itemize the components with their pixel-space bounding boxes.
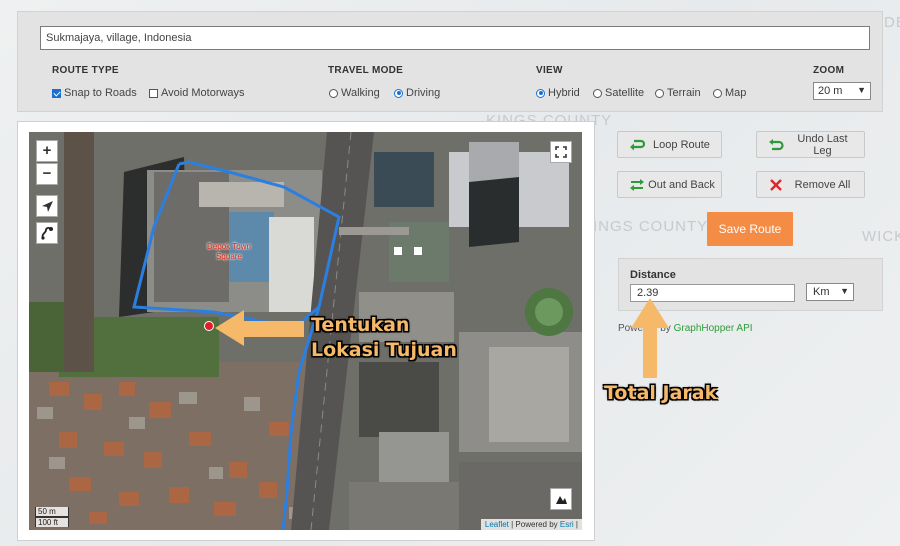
snap-to-roads-checkbox[interactable] [52, 88, 61, 98]
view-satellite-option[interactable]: Satellite [593, 87, 644, 99]
route-draw-icon [41, 227, 53, 240]
driving-radio[interactable] [394, 88, 403, 98]
poi-depok-town-square[interactable]: Depok Town Square [199, 242, 259, 262]
snap-to-roads-label: Snap to Roads [64, 87, 137, 99]
zoom-select[interactable]: 20 m ▼ [813, 82, 871, 100]
out-and-back-label: Out and Back [648, 178, 715, 191]
route-type-title: ROUTE TYPE [52, 65, 119, 76]
map-label: Map [725, 87, 747, 99]
satellite-map[interactable]: Depok Town Square + − 50 m 100 ft Leafle… [29, 132, 582, 530]
background-map-label: KINGS COUNTY [582, 218, 709, 235]
route-controls-panel: ROUTE TYPE Snap to Roads Avoid Motorways… [17, 11, 883, 112]
avoid-motorways-label: Avoid Motorways [161, 87, 245, 99]
walking-radio[interactable] [329, 88, 338, 98]
driving-label: Driving [406, 87, 441, 99]
chevron-down-icon: ▼ [840, 286, 849, 296]
swap-arrows-icon [626, 178, 648, 192]
locate-arrow-icon [41, 200, 53, 212]
poi-label: Depok Town Square [207, 242, 251, 261]
scale-metric: 50 m [35, 507, 69, 517]
graphhopper-link[interactable]: GraphHopper API [674, 323, 753, 334]
background-map-label: DE [884, 14, 900, 31]
remove-all-label: Remove All [794, 178, 851, 191]
map-container: Depok Town Square + − 50 m 100 ft Leafle… [17, 121, 595, 541]
view-title: VIEW [536, 65, 563, 76]
loop-icon [626, 138, 648, 152]
loop-route-button[interactable]: Loop Route [617, 131, 722, 158]
out-and-back-button[interactable]: Out and Back [617, 171, 722, 198]
satellite-label: Satellite [605, 87, 645, 99]
attribution-separator: | Powered by [508, 520, 560, 529]
undo-last-leg-label: Undo Last Leg [797, 132, 848, 157]
travel-mode-walking-option[interactable]: Walking [329, 87, 380, 99]
map-scale: 50 m 100 ft [35, 507, 69, 527]
terrain-radio[interactable] [655, 88, 664, 98]
draw-route-button[interactable] [36, 222, 58, 244]
terrain-label: Terrain [667, 87, 701, 99]
travel-mode-driving-option[interactable]: Driving [394, 87, 440, 99]
view-hybrid-option[interactable]: Hybrid [536, 87, 580, 99]
save-route-button[interactable]: Save Route [707, 212, 793, 246]
loop-route-label: Loop Route [653, 138, 710, 151]
scale-imperial: 100 ft [35, 517, 69, 527]
chevron-down-icon: ▼ [857, 85, 866, 95]
fullscreen-icon [555, 146, 567, 158]
hybrid-label: Hybrid [548, 87, 580, 99]
satellite-radio[interactable] [593, 88, 602, 98]
map-layers-button[interactable] [550, 488, 572, 510]
destination-marker [204, 321, 214, 331]
zoom-value: 20 m [818, 85, 843, 97]
undo-last-leg-button[interactable]: Undo Last Leg [756, 131, 865, 158]
attribution-end: | [573, 520, 578, 529]
fullscreen-button[interactable] [550, 141, 572, 163]
annotation-set-destination: Tentukan Lokasi Tujuan [311, 314, 457, 361]
zoom-in-button[interactable]: + [36, 140, 58, 162]
arrow-up-annotation [631, 298, 669, 378]
distance-title: Distance [630, 269, 676, 281]
travel-mode-title: TRAVEL MODE [328, 65, 404, 76]
background-map-label: WICK [862, 228, 900, 245]
address-input[interactable] [40, 26, 870, 50]
esri-link[interactable]: Esri [560, 520, 574, 529]
undo-icon [765, 138, 787, 152]
walking-label: Walking [341, 87, 380, 99]
mountain-icon [555, 496, 567, 504]
map-radio[interactable] [713, 88, 722, 98]
locate-button[interactable] [36, 195, 58, 217]
avoid-motorways-option[interactable]: Avoid Motorways [149, 87, 245, 99]
zoom-title: ZOOM [813, 65, 845, 76]
snap-to-roads-option[interactable]: Snap to Roads [52, 87, 137, 99]
view-terrain-option[interactable]: Terrain [655, 87, 701, 99]
close-icon [765, 178, 787, 192]
view-map-option[interactable]: Map [713, 87, 746, 99]
avoid-motorways-checkbox[interactable] [149, 88, 158, 98]
map-attribution: Leaflet | Powered by Esri | [480, 519, 582, 530]
zoom-out-button[interactable]: − [36, 163, 58, 185]
distance-unit-value: Km [813, 286, 830, 298]
distance-unit-select[interactable]: Km ▼ [806, 283, 854, 301]
annotation-total-distance: Total Jarak [604, 382, 718, 404]
satellite-imagery [29, 132, 582, 530]
hybrid-radio[interactable] [536, 88, 545, 98]
remove-all-button[interactable]: Remove All [756, 171, 865, 198]
leaflet-link[interactable]: Leaflet [485, 520, 509, 529]
